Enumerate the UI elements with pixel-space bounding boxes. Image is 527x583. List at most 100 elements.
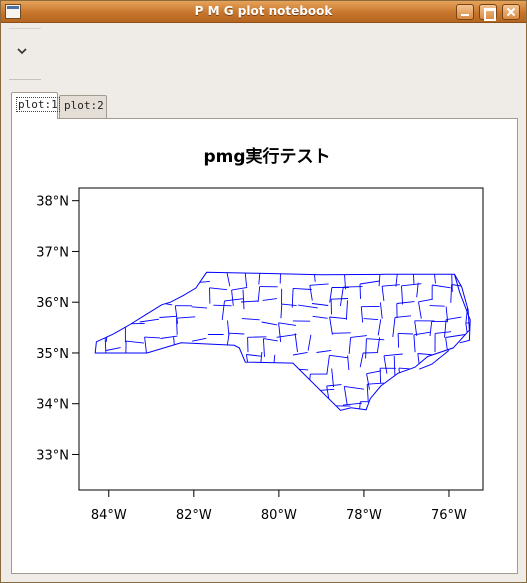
county-border bbox=[444, 408, 448, 411]
county-border bbox=[278, 407, 283, 411]
county-border bbox=[413, 266, 428, 269]
county-border bbox=[367, 382, 384, 385]
close-button[interactable] bbox=[502, 4, 520, 20]
county-border bbox=[432, 284, 451, 289]
county-border bbox=[428, 364, 448, 369]
county-border bbox=[141, 284, 144, 299]
county-border bbox=[292, 368, 295, 388]
county-boundaries bbox=[88, 266, 470, 411]
county-border bbox=[464, 386, 467, 402]
county-border bbox=[176, 316, 196, 319]
county-border bbox=[213, 374, 215, 390]
county-border bbox=[279, 407, 295, 409]
county-border bbox=[359, 352, 364, 368]
county-border bbox=[314, 388, 335, 392]
county-border bbox=[294, 333, 298, 353]
county-border bbox=[205, 351, 208, 369]
county-border bbox=[382, 284, 400, 287]
county-border bbox=[91, 301, 93, 315]
window-title: P M G plot notebook bbox=[194, 4, 333, 18]
toolbar-divider bbox=[9, 79, 41, 80]
county-border bbox=[278, 322, 297, 326]
county-border bbox=[298, 304, 318, 309]
county-border bbox=[264, 405, 279, 408]
county-border bbox=[142, 300, 162, 305]
county-border bbox=[383, 355, 388, 374]
y-axis: 33°N 34°N 35°N 36°N 37°N 38°N bbox=[36, 195, 79, 463]
county-border bbox=[195, 402, 214, 405]
county-border bbox=[413, 334, 416, 353]
county-border bbox=[347, 355, 350, 371]
county-border bbox=[95, 285, 109, 288]
county-border bbox=[192, 337, 207, 342]
county-border bbox=[140, 388, 145, 407]
y-tick-label: 34°N bbox=[36, 398, 69, 413]
county-border bbox=[257, 286, 261, 303]
maximize-button[interactable] bbox=[479, 4, 497, 21]
county-border bbox=[192, 280, 210, 284]
county-border bbox=[418, 298, 433, 303]
county-border bbox=[342, 402, 362, 406]
county-border bbox=[417, 353, 433, 356]
county-border bbox=[412, 272, 415, 285]
county-border bbox=[280, 304, 283, 319]
county-border bbox=[122, 388, 127, 406]
county-border bbox=[316, 349, 332, 353]
county-border bbox=[446, 367, 449, 388]
county-border bbox=[224, 369, 228, 390]
county-border bbox=[262, 338, 265, 357]
county-border bbox=[226, 365, 245, 370]
tab-plot-2[interactable]: plot:2 bbox=[59, 95, 107, 118]
county-border bbox=[155, 383, 174, 388]
county-border bbox=[123, 284, 138, 286]
county-border bbox=[159, 315, 177, 318]
county-border bbox=[432, 387, 447, 390]
county-border bbox=[281, 303, 297, 307]
plot-panel: pmg実行テスト 84°W 82°W 80°W 78°W 76°W 33°N 34°N 35… bbox=[11, 118, 518, 574]
county-border bbox=[331, 298, 349, 300]
county-border bbox=[263, 338, 278, 342]
county-border bbox=[344, 385, 364, 390]
county-border bbox=[433, 272, 436, 284]
county-border bbox=[449, 386, 470, 390]
county-border bbox=[231, 286, 248, 291]
title-bar[interactable]: P M G plot notebook bbox=[1, 1, 526, 23]
county-border bbox=[345, 300, 348, 320]
county-border bbox=[411, 407, 415, 411]
county-border bbox=[126, 340, 144, 344]
county-border bbox=[447, 365, 466, 369]
county-border bbox=[393, 355, 396, 376]
county-border bbox=[88, 320, 89, 337]
county-border bbox=[278, 322, 282, 343]
county-border bbox=[445, 334, 466, 338]
county-border bbox=[464, 404, 470, 406]
tab-plot-1-label: plot:1 bbox=[16, 97, 60, 112]
county-border bbox=[95, 369, 112, 372]
county-border bbox=[221, 300, 225, 321]
county-border bbox=[125, 322, 145, 325]
county-border bbox=[144, 336, 161, 339]
county-border bbox=[398, 332, 414, 335]
county-border bbox=[155, 386, 158, 403]
y-tick-label: 35°N bbox=[36, 347, 69, 362]
county-border bbox=[392, 317, 396, 337]
county-border bbox=[358, 401, 361, 411]
state-outline bbox=[94, 271, 470, 411]
y-tick-label: 38°N bbox=[36, 195, 69, 210]
county-border bbox=[434, 401, 437, 411]
county-border bbox=[397, 333, 400, 348]
county-border bbox=[395, 272, 399, 287]
tab-plot-1[interactable]: plot:1 bbox=[11, 92, 60, 119]
county-border bbox=[125, 302, 128, 320]
county-border bbox=[463, 405, 465, 411]
county-border bbox=[378, 272, 381, 287]
x-axis: 84°W 82°W 80°W 78°W 76°W bbox=[91, 490, 467, 523]
minimize-button[interactable] bbox=[456, 4, 474, 20]
county-border bbox=[294, 368, 309, 371]
county-border bbox=[226, 333, 230, 350]
county-border bbox=[379, 302, 383, 319]
county-border bbox=[244, 272, 248, 287]
county-border bbox=[343, 386, 348, 405]
chevron-down-icon[interactable] bbox=[15, 46, 29, 56]
county-border bbox=[366, 338, 385, 341]
